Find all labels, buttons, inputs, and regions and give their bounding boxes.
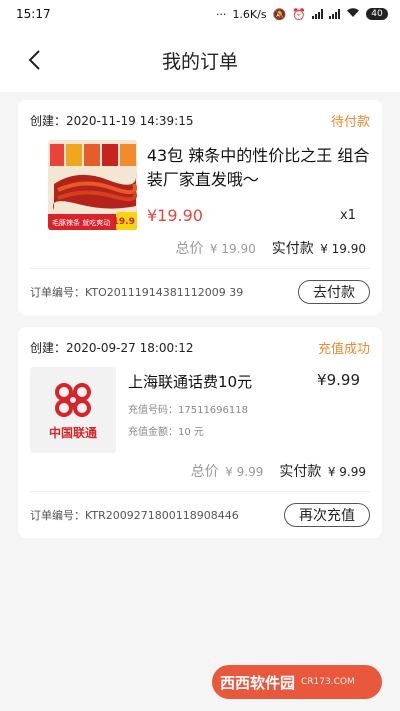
status-time: 15:17 — [16, 7, 51, 21]
total-price: 总价 ¥ 9.99 — [190, 464, 264, 480]
status-bar: 15:17 ··· 1.6K/s 🔕 ⏰ 40 — [0, 0, 400, 28]
back-button[interactable] — [20, 46, 48, 74]
mute-bell-icon: 🔕 — [272, 7, 287, 21]
product-quantity: x1 — [340, 208, 356, 223]
thumb-badge: 19.9 — [112, 217, 135, 227]
product-price: ¥19.90 — [147, 206, 203, 225]
pay-button[interactable]: 去付款 — [298, 280, 370, 304]
order-list: 创建：2020-11-19 14:39:15 待付款 毛豚辣条 就吃爽动 19.… — [0, 92, 400, 538]
watermark-logo: 西西软件园 CR173.COM — [212, 665, 382, 699]
status-dots: ··· — [215, 7, 227, 21]
created-time: 创建：2020-09-27 18:00:12 — [30, 340, 194, 355]
unicom-knot-icon — [55, 382, 91, 417]
unicom-logo: 中国联通 — [30, 367, 116, 453]
order-card[interactable]: 创建：2020-11-19 14:39:15 待付款 毛豚辣条 就吃爽动 19.… — [18, 100, 382, 315]
order-status: 充值成功 — [317, 341, 370, 357]
recharge-info: 上海联通话费10元 充值号码：17511696118 充值金额：10 元 — [128, 367, 252, 453]
paid-amount: 实付款 ¥ 9.99 — [279, 464, 366, 480]
wifi-icon — [346, 7, 360, 21]
page-title: 我的订单 — [161, 50, 238, 73]
total-price: 总价 ¥ 19.90 — [175, 241, 256, 257]
order-footer: 订单编号：KTR2009271800118908446 再次充值 — [30, 492, 370, 538]
recharge-row[interactable]: 中国联通 上海联通话费10元 充值号码：17511696118 充值金额：10 … — [30, 367, 370, 453]
chevron-left-icon — [28, 50, 40, 70]
order-status: 待付款 — [330, 114, 370, 130]
product-row[interactable]: 毛豚辣条 就吃爽动 19.9 43包 辣条中的性价比之王 组合装厂家直发哦～ ¥… — [30, 140, 370, 230]
network-speed: 1.6K/s — [232, 7, 267, 21]
unicom-brand: 中国联通 — [48, 425, 97, 440]
created-time: 创建：2020-11-19 14:39:15 — [30, 113, 194, 128]
status-icons: ··· 1.6K/s 🔕 ⏰ 40 — [216, 7, 388, 21]
battery-icon: 40 — [366, 8, 388, 20]
recharge-title: 上海联通话费10元 — [128, 373, 253, 391]
order-card[interactable]: 创建：2020-09-27 18:00:12 充值成功 中国联通 上海联通话费1… — [18, 327, 382, 538]
recharge-phone: 充值号码：17511696118 — [128, 405, 248, 416]
product-thumbnail: 毛豚辣条 就吃爽动 19.9 — [48, 140, 137, 230]
alarm-icon: ⏰ — [292, 7, 306, 21]
order-header: 创建：2020-11-19 14:39:15 待付款 — [30, 100, 370, 140]
order-totals: 总价 ¥ 9.99 实付款 ¥ 9.99 — [30, 453, 370, 491]
watermark-brand: 西西软件园 — [220, 673, 296, 692]
order-header: 创建：2020-09-27 18:00:12 充值成功 — [30, 327, 370, 367]
thumb-tag: 毛豚辣条 就吃爽动 — [52, 219, 111, 227]
nav-bar: 我的订单 — [0, 28, 400, 92]
order-number: 订单编号：KTR2009271800118908446 — [30, 509, 239, 522]
recharge-again-button[interactable]: 再次充值 — [284, 503, 370, 527]
paid-amount: 实付款 ¥ 19.90 — [271, 241, 366, 257]
order-footer: 订单编号：KTO20111914381112009 39 去付款 — [30, 269, 370, 315]
order-number: 订单编号：KTO20111914381112009 39 — [30, 286, 244, 299]
signal2-icon — [329, 9, 340, 19]
watermark-url: CR173.COM — [301, 677, 355, 687]
order-totals: 总价 ¥ 19.90 实付款 ¥ 19.90 — [30, 230, 370, 268]
recharge-amount: 充值金额：10 元 — [128, 427, 204, 438]
signal-icon — [312, 9, 323, 19]
recharge-price: ¥9.99 — [317, 371, 360, 389]
